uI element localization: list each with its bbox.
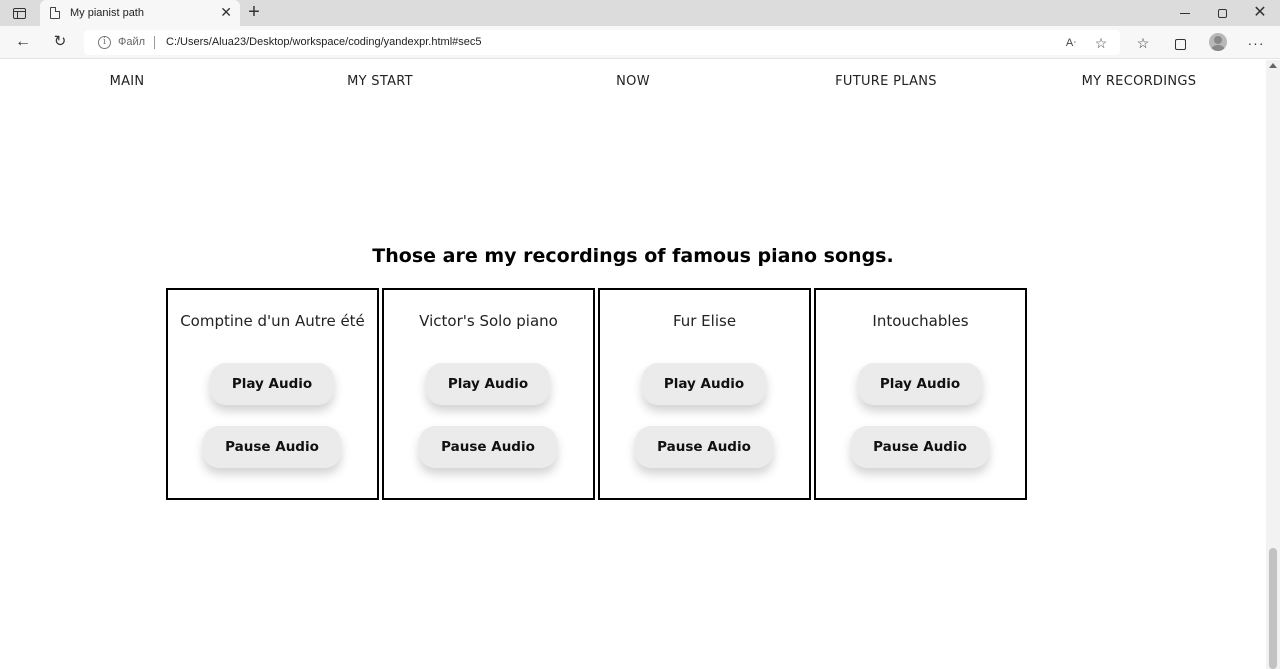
pause-audio-button[interactable]: Pause Audio <box>851 426 989 468</box>
play-audio-button[interactable]: Play Audio <box>642 363 766 405</box>
play-audio-button[interactable]: Play Audio <box>210 363 334 405</box>
pause-audio-button[interactable]: Pause Audio <box>419 426 557 468</box>
nav-link-future-plans[interactable]: FUTURE PLANS <box>835 74 937 89</box>
vertical-scrollbar[interactable] <box>1266 60 1280 669</box>
pause-audio-button[interactable]: Pause Audio <box>635 426 773 468</box>
recording-card: Fur Elise Play Audio Pause Audio <box>598 288 811 500</box>
add-favorite-icon[interactable]: ☆ <box>1092 34 1110 52</box>
recordings-grid: Comptine d'un Autre été Play Audio Pause… <box>166 288 1028 500</box>
nav-link-my-recordings[interactable]: MY RECORDINGS <box>1082 74 1197 89</box>
back-icon[interactable]: ← <box>14 33 32 51</box>
close-tab-icon[interactable]: ✕ <box>220 5 232 19</box>
restore-icon[interactable] <box>1212 4 1232 22</box>
tab-title: My pianist path <box>70 7 144 19</box>
collections-icon[interactable] <box>1170 33 1190 53</box>
read-aloud-icon[interactable]: Aᐧ <box>1062 34 1080 52</box>
recording-card: Victor's Solo piano Play Audio Pause Aud… <box>382 288 595 500</box>
url-text[interactable]: C:/Users/Alua23/Desktop/workspace/coding… <box>166 36 482 48</box>
recording-title: Intouchables <box>872 312 969 330</box>
nav-link-now[interactable]: NOW <box>616 74 650 89</box>
favorites-icon[interactable]: ☆ <box>1133 33 1153 53</box>
scroll-thumb[interactable] <box>1269 548 1277 669</box>
play-audio-button[interactable]: Play Audio <box>426 363 550 405</box>
info-icon[interactable]: i <box>98 36 111 49</box>
recording-title: Comptine d'un Autre été <box>180 312 365 330</box>
profile-avatar[interactable] <box>1209 33 1227 51</box>
browser-tab[interactable]: My pianist path ✕ <box>40 0 240 27</box>
recording-title: Fur Elise <box>672 312 737 330</box>
reload-icon[interactable]: ↻ <box>51 33 69 51</box>
main-nav: MAIN MY START NOW FUTURE PLANS MY RECORD… <box>0 74 1266 94</box>
play-audio-button[interactable]: Play Audio <box>858 363 982 405</box>
more-icon[interactable]: ··· <box>1246 33 1266 53</box>
nav-link-main[interactable]: MAIN <box>110 74 145 89</box>
minimize-icon[interactable] <box>1175 4 1195 22</box>
page-icon <box>50 7 60 19</box>
recording-title: Victor's Solo piano <box>419 312 558 330</box>
separator <box>154 36 155 49</box>
scroll-up-arrow-icon[interactable] <box>1269 63 1277 68</box>
close-window-icon[interactable]: ✕ <box>1250 4 1270 22</box>
pause-audio-button[interactable]: Pause Audio <box>203 426 341 468</box>
tab-strip: My pianist path ✕ + ✕ <box>0 0 1280 27</box>
section-heading: Those are my recordings of famous piano … <box>372 245 894 267</box>
address-bar[interactable]: i Файл C:/Users/Alua23/Desktop/workspace… <box>84 30 1120 55</box>
recording-card: Intouchables Play Audio Pause Audio <box>814 288 1027 500</box>
tab-actions-icon[interactable] <box>8 4 30 22</box>
recording-card: Comptine d'un Autre été Play Audio Pause… <box>166 288 379 500</box>
browser-toolbar: ← ↻ i Файл C:/Users/Alua23/Desktop/works… <box>0 26 1280 59</box>
page-viewport: MAIN MY START NOW FUTURE PLANS MY RECORD… <box>0 60 1266 669</box>
nav-link-my-start[interactable]: MY START <box>347 74 413 89</box>
file-label: Файл <box>118 36 146 48</box>
new-tab-icon[interactable]: + <box>245 2 263 23</box>
